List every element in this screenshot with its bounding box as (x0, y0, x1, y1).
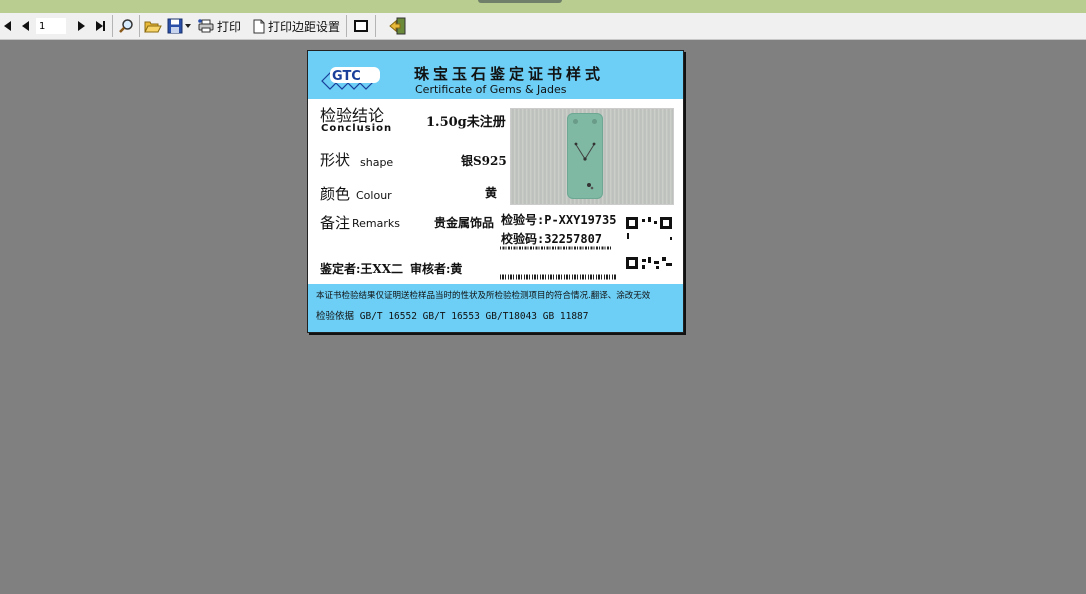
print-label: 打印 (217, 19, 242, 34)
toolbar-separator (139, 15, 140, 37)
certificate-title-en: Certificate of Gems & Jades (415, 83, 567, 96)
shape-label-en: shape (360, 156, 394, 169)
remarks-value: 贵金属饰品 (434, 216, 495, 230)
preview-toolbar: 打印 打印边距设置 (0, 13, 1086, 40)
qr-code-image (626, 217, 672, 269)
printer-icon (198, 19, 214, 33)
remarks-label-en: Remarks (352, 217, 400, 230)
inspection-number: 检验号:P-XXY19735 (501, 213, 617, 227)
page-number-input[interactable] (36, 18, 66, 34)
page-view-button[interactable] (349, 15, 373, 37)
shape-value: 银S925 (461, 154, 507, 168)
previous-page-icon (21, 21, 29, 31)
conclusion-value: 1.50g未注册 (426, 115, 506, 130)
reviewer: 审核者:黄 (410, 262, 463, 276)
certificate-header: GTC 珠宝玉石鉴定证书样式 Certificate of Gems & Jad… (308, 51, 683, 99)
appraiser: 鉴定者:王XX二 (320, 262, 404, 276)
certificate-footer: 本证书检验结果仅证明送检样品当时的性状及所检验检测项目的符合情况.翻译、涂改无效… (308, 284, 683, 332)
margin-settings-button[interactable]: 打印边距设置 (249, 15, 344, 37)
top-tab[interactable] (478, 0, 562, 3)
dropdown-arrow-icon (185, 24, 191, 28)
window-top-strip (0, 0, 1086, 14)
margin-settings-label: 打印边距设置 (268, 19, 341, 34)
toolbar-separator (346, 15, 348, 37)
gtc-logo: GTC (321, 67, 380, 90)
zoom-button[interactable] (115, 15, 137, 37)
phone-case-image (567, 113, 603, 199)
exit-button[interactable] (378, 15, 418, 37)
save-button[interactable] (164, 15, 194, 37)
colour-label-en: Colour (356, 189, 392, 202)
first-page-icon (3, 21, 11, 31)
necklace-icon (574, 142, 596, 190)
floppy-disk-icon (167, 18, 183, 34)
footer-standards: 检验依据 GB/T 16552 GB/T 16553 GB/T18043 GB … (316, 311, 589, 322)
magnifier-icon (119, 19, 133, 33)
colour-value: 黄 (485, 186, 498, 200)
print-button[interactable]: 打印 (194, 15, 245, 37)
last-page-bar-icon (102, 21, 105, 31)
product-photo (510, 108, 674, 205)
toolbar-separator (112, 15, 113, 37)
last-page-button[interactable] (90, 15, 110, 37)
toolbar-separator (375, 15, 377, 37)
folder-open-icon (144, 21, 162, 33)
remarks-label-cn: 备注 (320, 214, 351, 232)
certificate-title-cn: 珠宝玉石鉴定证书样式 (414, 65, 605, 83)
footer-note: 本证书检验结果仅证明送检样品当时的性状及所检验检测项目的符合情况.翻译、涂改无效 (316, 291, 651, 301)
conclusion-label-en: Conclusion (321, 123, 393, 134)
document-icon (253, 19, 265, 33)
exit-door-icon (389, 17, 406, 35)
next-page-button[interactable] (72, 15, 90, 37)
first-page-button[interactable] (0, 15, 14, 37)
svg-text:GTC: GTC (332, 69, 361, 84)
shape-label-cn: 形状 (320, 151, 351, 169)
next-page-icon (77, 21, 85, 31)
frame-icon (354, 20, 369, 32)
open-button[interactable] (142, 15, 164, 37)
last-page-icon (95, 21, 103, 31)
previous-page-button[interactable] (16, 15, 34, 37)
barcode-image (500, 246, 616, 280)
certificate-page: GTC 珠宝玉石鉴定证书样式 Certificate of Gems & Jad… (307, 50, 684, 333)
colour-label-cn: 颜色 (320, 185, 351, 203)
